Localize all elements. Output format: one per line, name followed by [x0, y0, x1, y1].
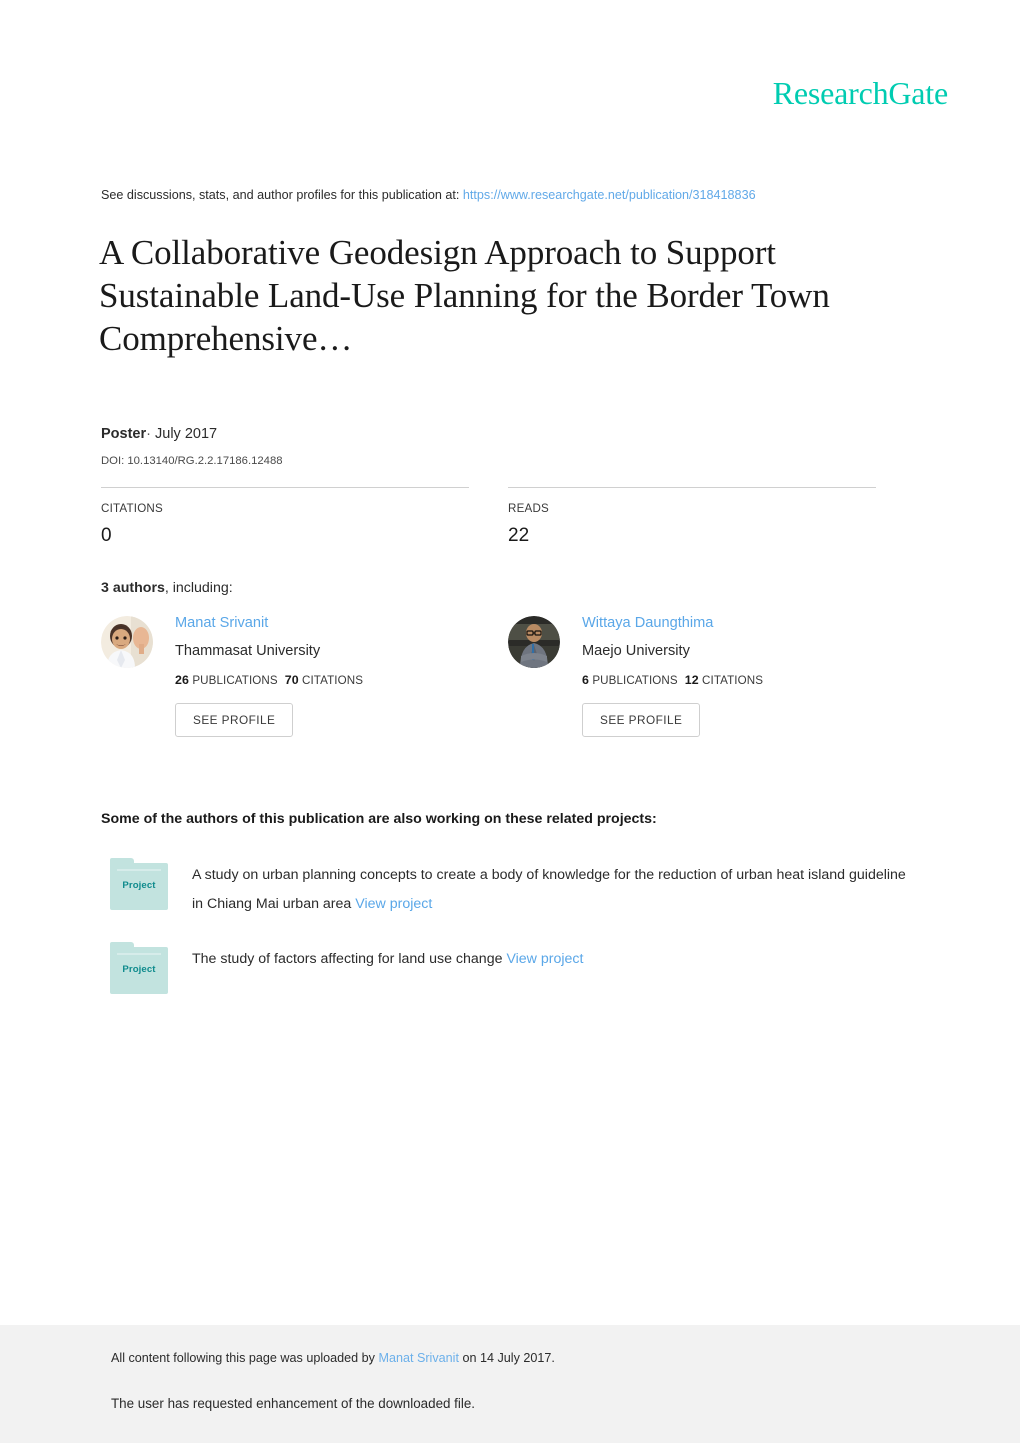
page-title: A Collaborative Geodesign Approach to Su… [99, 233, 830, 358]
author-metrics: 6 PUBLICATIONS 12 CITATIONS [582, 672, 912, 689]
authors-heading: 3 authors, including: [101, 578, 233, 598]
authors-including-text: , including: [164, 580, 233, 596]
citations-label: CITATIONS [101, 502, 163, 515]
page-footer: All content following this page was uplo… [0, 1325, 1020, 1443]
footer-uploader-link[interactable]: Manat Srivanit [378, 1351, 459, 1365]
author-publications-count: 26 [175, 673, 189, 687]
publication-date: July 2017 [155, 426, 218, 442]
footer-upload-suffix: on 14 July 2017. [462, 1351, 555, 1365]
author-publications-label: PUBLICATIONS [592, 674, 678, 687]
author-info: Manat Srivanit Thammasat University 26 P… [175, 613, 505, 737]
reads-divider [508, 487, 876, 488]
citations-stat: CITATIONS 0 [101, 487, 469, 548]
author-citations-count: 70 [284, 673, 299, 687]
author-name-link[interactable]: Manat Srivanit [175, 613, 505, 633]
footer-upload-prefix: All content following this page was uplo… [111, 1351, 375, 1365]
avatar-wittaya-daungthima[interactable] [508, 616, 560, 668]
folder-accent-line [117, 869, 161, 871]
folder-label: Project [122, 964, 156, 975]
author-citations-label: CITATIONS [702, 674, 764, 687]
author-name-link[interactable]: Wittaya Daungthima [582, 613, 912, 633]
project-description: A study on urban planning concepts to cr… [192, 867, 906, 912]
project-folder-icon[interactable]: Project [110, 942, 168, 994]
publication-separator: · [146, 426, 151, 442]
author-info: Wittaya Daungthima Maejo University 6 PU… [582, 613, 912, 737]
author-citations-count: 12 [684, 673, 699, 687]
publication-type: Poster [101, 426, 147, 442]
avatar-image [101, 616, 153, 668]
author-affiliation: Maejo University [582, 643, 690, 659]
researchgate-logo-text: ResearchGate [772, 75, 948, 111]
author-affiliation: Thammasat University [175, 643, 321, 659]
reads-label: READS [508, 502, 549, 515]
author-publications-count: 6 [582, 673, 589, 687]
publication-url-link[interactable]: https://www.researchgate.net/publication… [463, 188, 756, 202]
project-folder-icon[interactable]: Project [110, 858, 168, 910]
avatar-image [508, 616, 560, 668]
folder-label: Project [122, 880, 156, 891]
publication-type-row: Poster· July 2017 [101, 424, 217, 444]
avatar-manat-srivanit[interactable] [101, 616, 153, 668]
citations-value: 0 [101, 525, 112, 546]
footer-upload-line: All content following this page was uplo… [111, 1349, 555, 1367]
discussion-line: See discussions, stats, and author profi… [101, 187, 921, 204]
project-row: Project A study on urban planning concep… [110, 858, 920, 919]
publication-cover-page: ResearchGate See discussions, stats, and… [0, 0, 1020, 1443]
author-card: Manat Srivanit Thammasat University 26 P… [101, 613, 505, 737]
authors-count: 3 authors [101, 580, 165, 596]
view-project-link[interactable]: View project [355, 896, 432, 912]
author-metrics: 26 PUBLICATIONS 70 CITATIONS [175, 672, 505, 689]
project-description: The study of factors affecting for land … [192, 951, 503, 967]
footer-enhancement-note: The user has requested enhancement of th… [111, 1396, 476, 1411]
project-description-block: A study on urban planning concepts to cr… [192, 858, 920, 919]
citations-divider [101, 487, 469, 488]
publication-doi: DOI: 10.13140/RG.2.2.17186.12488 [101, 455, 283, 467]
project-description-block: The study of factors affecting for land … [192, 942, 920, 974]
see-profile-button[interactable]: SEE PROFILE [175, 703, 294, 737]
discussion-prefix-text: See discussions, stats, and author profi… [101, 188, 460, 202]
project-row: Project The study of factors affecting f… [110, 942, 920, 994]
author-card: Wittaya Daungthima Maejo University 6 PU… [508, 613, 912, 737]
reads-value: 22 [508, 525, 530, 546]
author-citations-label: CITATIONS [302, 674, 364, 687]
researchgate-logo[interactable]: ResearchGate [773, 74, 948, 112]
reads-stat: READS 22 [508, 487, 876, 548]
view-project-link[interactable]: View project [506, 951, 583, 967]
related-projects-heading: Some of the authors of this publication … [101, 811, 657, 827]
author-publications-label: PUBLICATIONS [192, 674, 278, 687]
see-profile-button[interactable]: SEE PROFILE [582, 703, 701, 737]
folder-accent-line [117, 953, 161, 955]
